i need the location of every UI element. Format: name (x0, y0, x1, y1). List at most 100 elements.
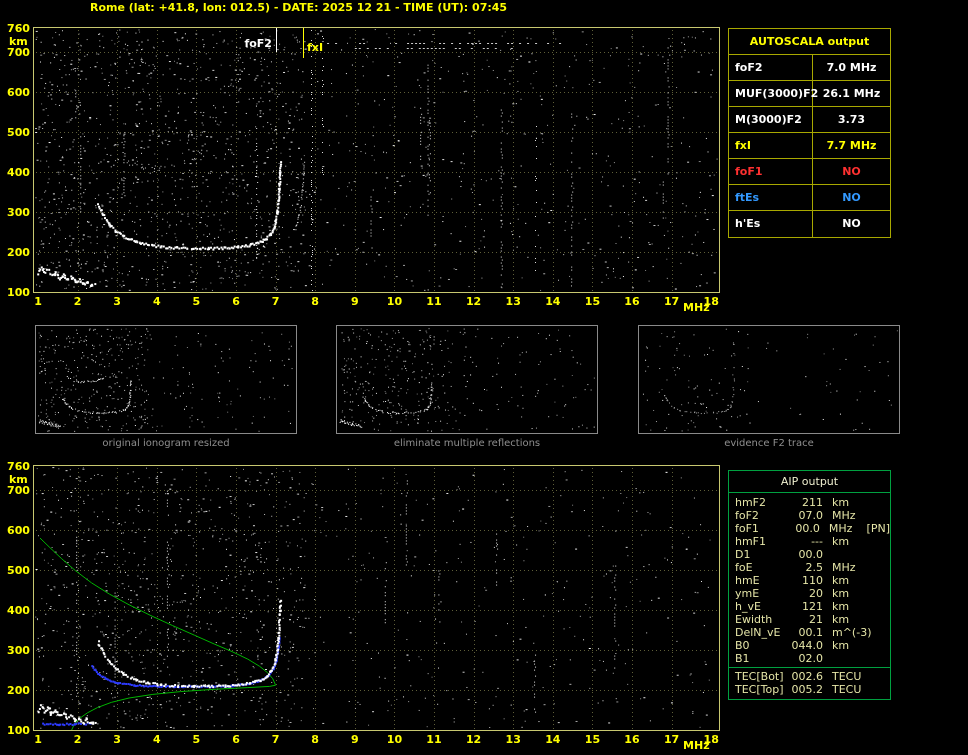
aip-param-extra: [PN] (866, 522, 890, 535)
aip-param-unit: m^(-3) (832, 626, 872, 639)
aip-row: hmF2 211 km (729, 496, 890, 509)
thumbnail-f2-trace-evidence (638, 325, 900, 434)
param-value: 7.7 MHz (826, 139, 877, 152)
aip-param-name: h_vE (735, 600, 761, 613)
aip-param-value: 044.0 (791, 639, 824, 652)
thumbnail-original-ionogram (35, 325, 297, 434)
aip-param-unit: km (832, 613, 850, 626)
autoscala-row: ftEs NO (729, 185, 890, 211)
aip-param-extra (869, 613, 890, 626)
aip-param-extra (869, 548, 890, 561)
aip-param-name: foF1 (735, 522, 759, 535)
aip-param-name: B0 (735, 639, 750, 652)
aip-row: DelN_vE 00.1 m^(-3) (729, 626, 890, 639)
param-value: 26.1 MHz (822, 87, 881, 100)
aip-param-value: 211 (802, 496, 823, 509)
aip-param-extra (869, 639, 890, 652)
aip-param-value: 00.0 (798, 548, 824, 561)
autoscala-row: MUF(3000)F2 26.1 MHz (729, 81, 890, 107)
autoscala-screen: Rome (lat: +41.8, lon: 012.5) - DATE: 20… (0, 0, 968, 755)
aip-param-unit: MHz (828, 522, 853, 535)
aip-tec-divider (729, 667, 890, 668)
aip-param-unit: MHz (832, 561, 856, 574)
aip-row: foF2 07.0 MHz (729, 509, 890, 522)
aip-table-body: hmF2 211 km foF2 07.0 MHz foF1 00.0 MHz [PN] hmF1 -… (729, 496, 890, 696)
aip-param-name: foF2 (735, 509, 759, 522)
aip-row: TEC[Bot] 002.6 TECU (729, 670, 890, 683)
aip-row: foE 2.5 MHz (729, 561, 890, 574)
param-label: MUF(3000)F2 (729, 81, 818, 106)
aip-param-unit: km (832, 496, 850, 509)
aip-row: h_vE 121 km (729, 600, 890, 613)
param-value: 3.73 (837, 113, 866, 126)
autoscala-row: foF2 7.0 MHz (729, 55, 890, 81)
aip-param-extra (869, 496, 890, 509)
aip-param-value: 121 (802, 600, 823, 613)
aip-param-value: 005.2 (791, 683, 824, 696)
aip-param-name: TEC[Bot] (735, 670, 784, 683)
param-label: ftEs (729, 185, 813, 210)
aip-param-unit: TECU (832, 683, 862, 696)
autoscala-row: h'Es NO (729, 211, 890, 237)
aip-param-unit: km (832, 535, 850, 548)
aip-row: foF1 00.0 MHz [PN] (729, 522, 890, 535)
aip-param-value: 00.1 (798, 626, 824, 639)
param-label: foF2 (729, 55, 813, 80)
aip-table-title: AIP output (729, 471, 890, 493)
aip-param-unit (823, 652, 869, 665)
aip-param-unit: km (832, 587, 850, 600)
aip-param-unit: TECU (832, 670, 862, 683)
autoscala-row: foF1 NO (729, 159, 890, 185)
ionogram-canvas (0, 16, 724, 316)
aip-param-value: 2.5 (805, 561, 824, 574)
aip-param-value: 21 (809, 613, 823, 626)
aip-param-name: foE (735, 561, 753, 574)
aip-param-extra (869, 670, 890, 683)
aip-param-name: ymE (735, 587, 760, 600)
aip-param-unit: km (832, 574, 850, 587)
aip-param-unit: km (832, 600, 850, 613)
aip-param-value: 07.0 (798, 509, 824, 522)
aip-param-name: hmE (735, 574, 760, 587)
param-label: M(3000)F2 (729, 107, 813, 132)
aip-param-name: DelN_vE (735, 626, 781, 639)
aip-row: Ewidth 21 km (729, 613, 890, 626)
aip-param-value: 02.0 (798, 652, 824, 665)
aip-param-value: 20 (809, 587, 823, 600)
autoscala-row: M(3000)F2 3.73 (729, 107, 890, 133)
aip-param-name: hmF2 (735, 496, 767, 509)
autoscala-table-title: AUTOSCALA output (729, 29, 890, 55)
aip-row: D1 00.0 (729, 548, 890, 561)
aip-param-extra (869, 561, 890, 574)
aip-param-name: Ewidth (735, 613, 773, 626)
aip-param-extra (869, 626, 890, 639)
ionogram-profile-canvas (0, 455, 724, 755)
param-label: h'Es (729, 211, 813, 237)
aip-row: hmF1 --- km (729, 535, 890, 548)
autoscala-table-body: foF2 7.0 MHz MUF(3000)F2 26.1 MHz M(3000)F2 3… (729, 55, 890, 237)
aip-row: ymE 20 km (729, 587, 890, 600)
aip-row: TEC[Top] 005.2 TECU (729, 683, 890, 696)
aip-param-extra (869, 652, 890, 665)
aip-param-extra (869, 574, 890, 587)
aip-output-table: AIP output hmF2 211 km foF2 07.0 MHz foF1 00.0 M… (728, 470, 891, 700)
aip-param-unit (823, 548, 869, 561)
thumbnail-multiple-reflections-removed (336, 325, 598, 434)
aip-param-extra (869, 600, 890, 613)
station-title: Rome (lat: +41.8, lon: 012.5) - DATE: 20… (90, 1, 508, 14)
aip-param-extra (869, 683, 890, 696)
aip-param-name: TEC[Top] (735, 683, 784, 696)
autoscala-row: fxI 7.7 MHz (729, 133, 890, 159)
aip-param-unit: km (832, 639, 850, 652)
aip-param-value: 002.6 (791, 670, 824, 683)
param-value: NO (842, 165, 861, 178)
aip-param-value: --- (811, 535, 823, 548)
thumbnail-caption-f2-trace: evidence F2 trace (724, 438, 814, 449)
aip-param-name: D1 (735, 548, 751, 561)
autoscala-output-table: AUTOSCALA output foF2 7.0 MHz MUF(3000)F2 2… (728, 28, 891, 238)
aip-param-extra (869, 509, 890, 522)
aip-param-value: 00.0 (795, 522, 820, 535)
thumbnail-caption-reflections: eliminate multiple reflections (393, 438, 541, 449)
thumbnail-caption-original: original ionogram resized (102, 438, 230, 449)
aip-param-extra (869, 535, 890, 548)
